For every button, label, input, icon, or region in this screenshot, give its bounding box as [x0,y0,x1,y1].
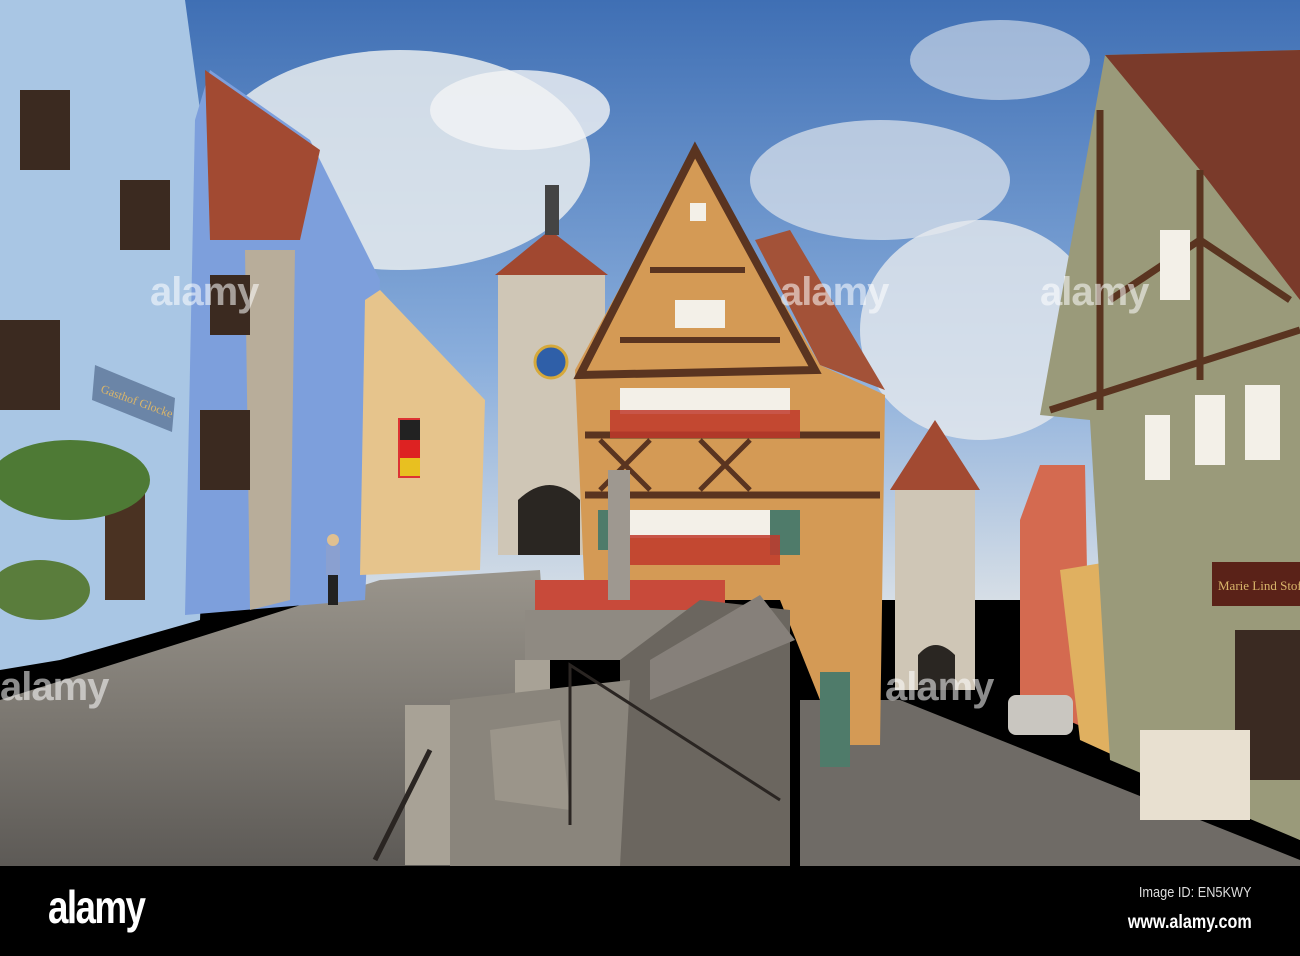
parked-car [1008,695,1073,735]
street-photo: Gasthof Glocke Marie Lind Stof [0,0,1300,866]
watermark: alamy [780,270,889,314]
watermark: alamy [150,270,259,314]
watermark: alamy [885,665,994,709]
site-url: www.alamy.com [1128,912,1252,933]
watermark-footer: alamy Image ID: EN5KWY www.alamy.com [0,866,1300,956]
watermark: alamy [1040,270,1149,314]
shop-sign: Marie Lind Stoffe [1212,562,1300,606]
watermark: alamy [0,665,109,709]
image-id: Image ID: EN5KWY [1139,884,1252,901]
shop-sign-text: Marie Lind Stoffe [1218,578,1300,593]
alamy-logo: alamy [48,881,146,933]
